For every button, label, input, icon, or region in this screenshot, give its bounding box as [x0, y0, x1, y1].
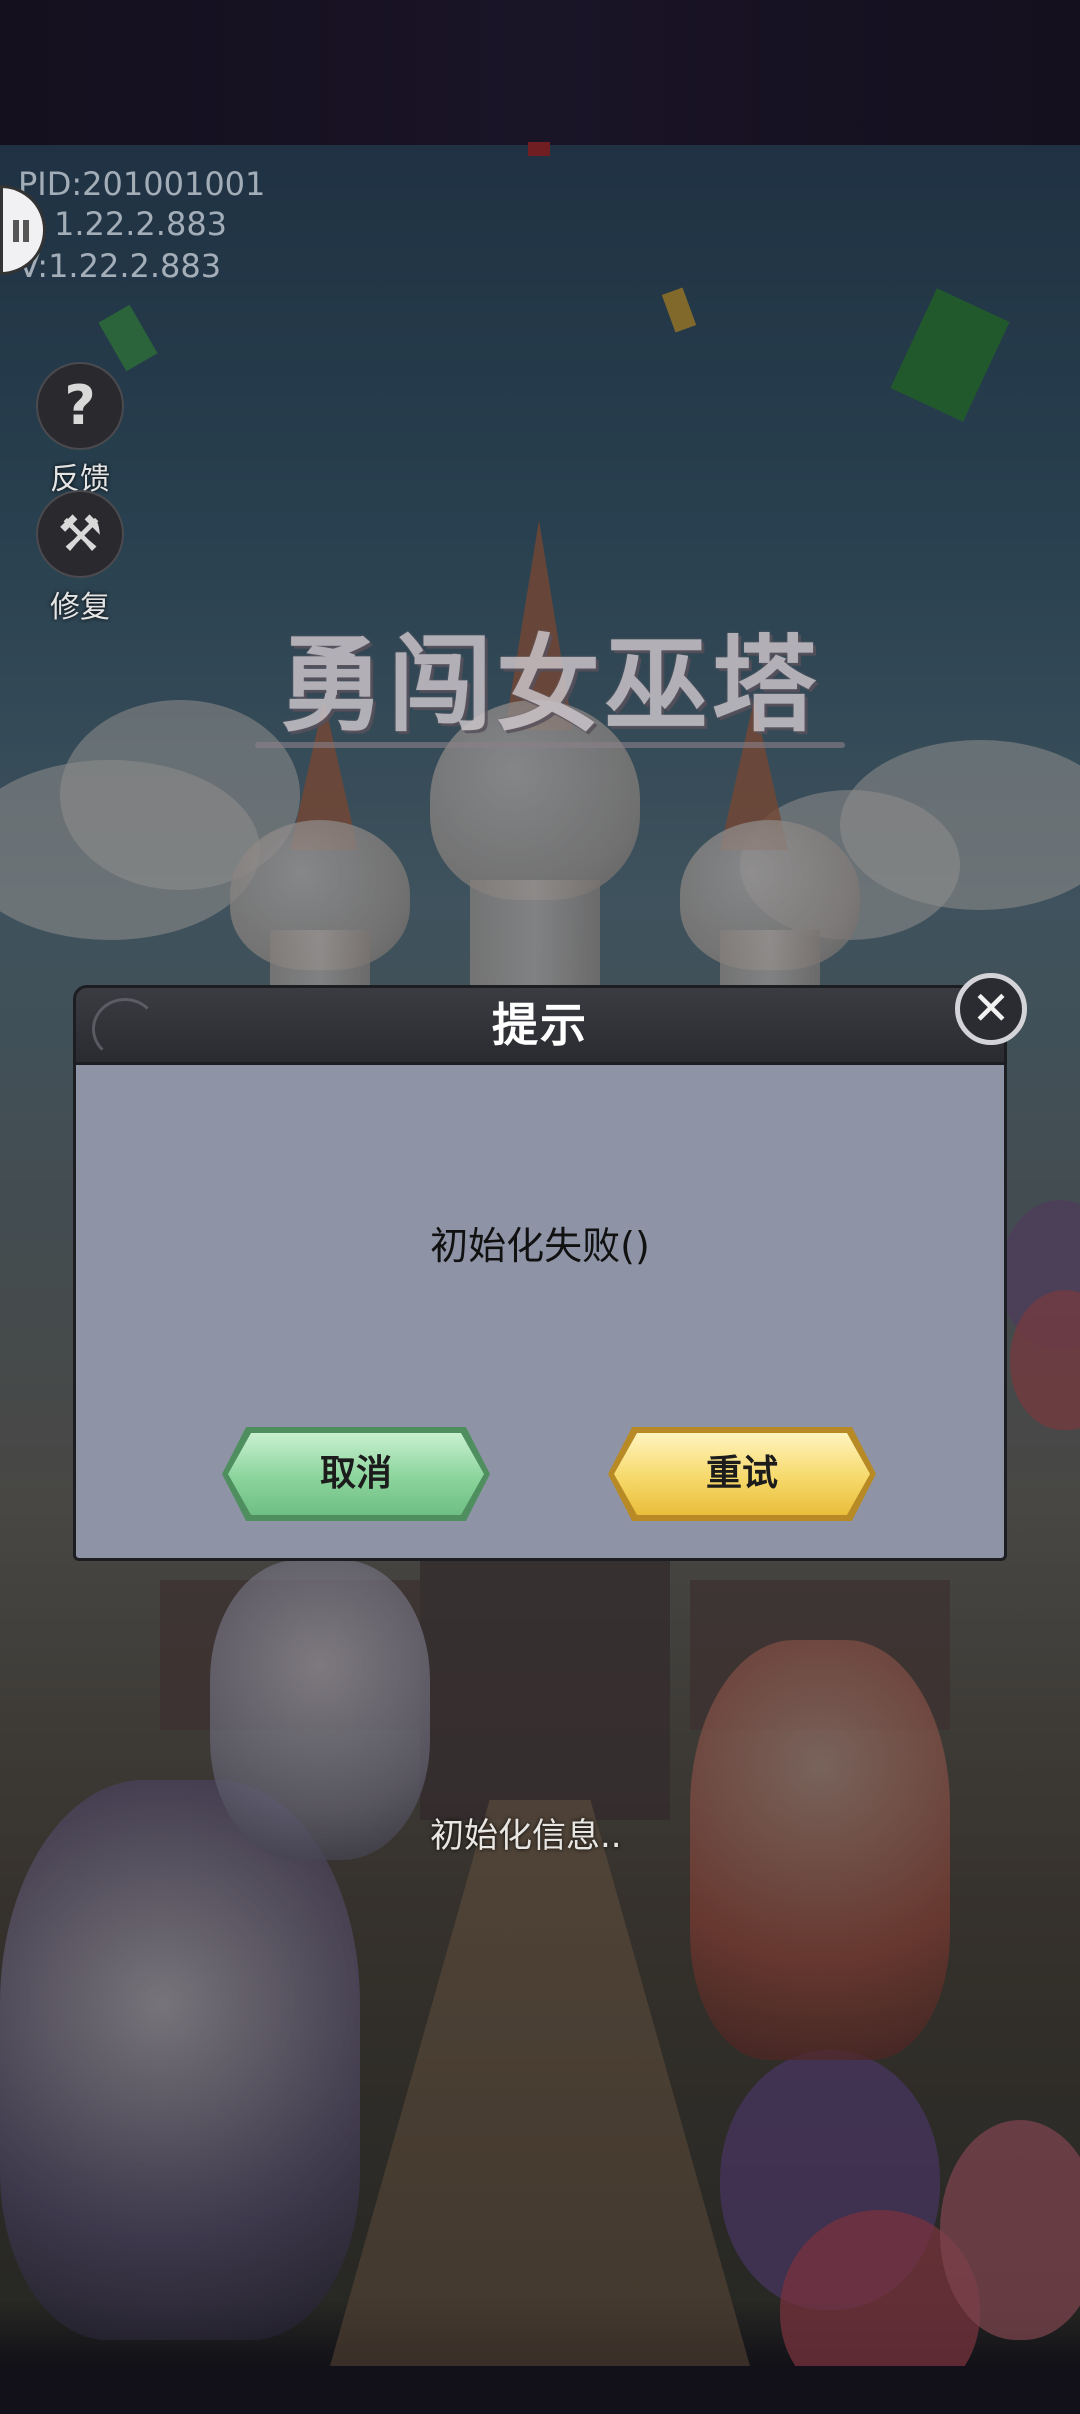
dialog-message: 初始化失败() — [430, 1224, 650, 1268]
wrench-icon: ⚒ — [36, 490, 124, 578]
cancel-button[interactable]: 取消 — [228, 1433, 484, 1515]
close-button[interactable]: ✕ — [955, 973, 1027, 1045]
loading-status: 初始化信息.. — [430, 1816, 622, 1856]
logo-underline — [255, 742, 845, 748]
pid-text: PID:201001001 — [18, 165, 266, 203]
question-icon: ? — [36, 362, 124, 450]
feedback-button[interactable]: ? 反馈 — [36, 362, 124, 498]
retry-button[interactable]: 重试 — [614, 1433, 870, 1515]
close-icon: ✕ — [971, 981, 1011, 1035]
version-text-1: 1.22.2.883 — [54, 205, 228, 243]
repair-button[interactable]: ⚒ 修复 — [36, 490, 124, 626]
game-logo-title: 勇闯女巫塔 — [279, 623, 820, 746]
version-text-2: V:1.22.2.883 — [18, 247, 222, 285]
repair-label: 修复 — [50, 590, 110, 625]
pause-icon — [13, 220, 29, 242]
dialog-title: 提示 — [492, 998, 588, 1052]
